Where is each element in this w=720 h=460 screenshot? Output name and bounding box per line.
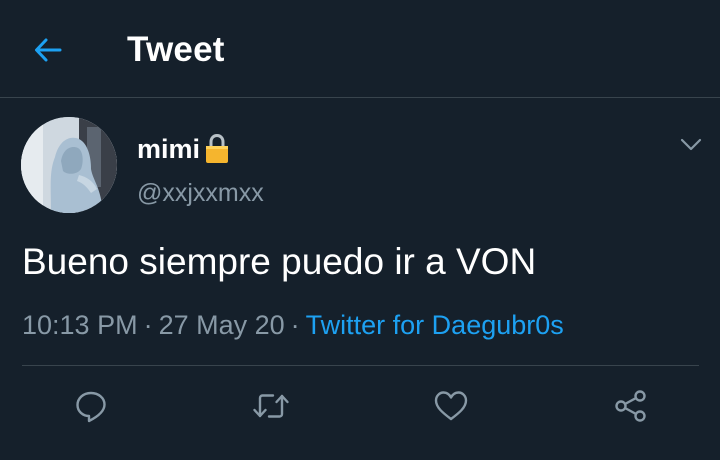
tweet-menu-button[interactable] [674, 128, 708, 162]
divider [22, 365, 699, 366]
lock-icon [206, 133, 229, 163]
page-title: Tweet [127, 30, 225, 69]
back-button[interactable] [24, 28, 72, 72]
meta-separator: · [143, 310, 153, 340]
top-bar: Tweet [0, 0, 720, 98]
tweet-date[interactable]: 27 May 20 [159, 310, 285, 340]
like-button[interactable] [429, 384, 473, 428]
tweet-time[interactable]: 10:13 PM [22, 310, 138, 340]
arrow-left-icon [35, 38, 62, 62]
retweet-button[interactable] [249, 384, 293, 428]
chevron-down-icon [680, 138, 702, 151]
author-name-row[interactable]: mimi [137, 132, 230, 166]
tweet-text: Bueno siempre puedo ir a VON [22, 241, 537, 282]
share-icon [615, 390, 646, 422]
reply-icon [76, 391, 106, 423]
reply-button[interactable] [69, 384, 113, 428]
avatar-image [21, 117, 117, 213]
meta-separator: · [290, 310, 300, 340]
action-bar [0, 384, 720, 428]
retweet-icon [253, 394, 289, 418]
heart-icon [434, 391, 468, 421]
avatar[interactable] [21, 117, 117, 213]
tweet-metadata: 10:13 PM · 27 May 20 · Twitter for Daegubr0s [22, 310, 564, 341]
user-handle[interactable]: @xxjxxmxx [137, 179, 264, 208]
share-button[interactable] [609, 384, 653, 428]
tweet-detail-page: Tweet mimi @xxjxxmxx Bueno siempre puedo… [0, 0, 720, 460]
display-name[interactable]: mimi [137, 134, 200, 165]
tweet-source-link[interactable]: Twitter for Daegubr0s [306, 310, 564, 340]
